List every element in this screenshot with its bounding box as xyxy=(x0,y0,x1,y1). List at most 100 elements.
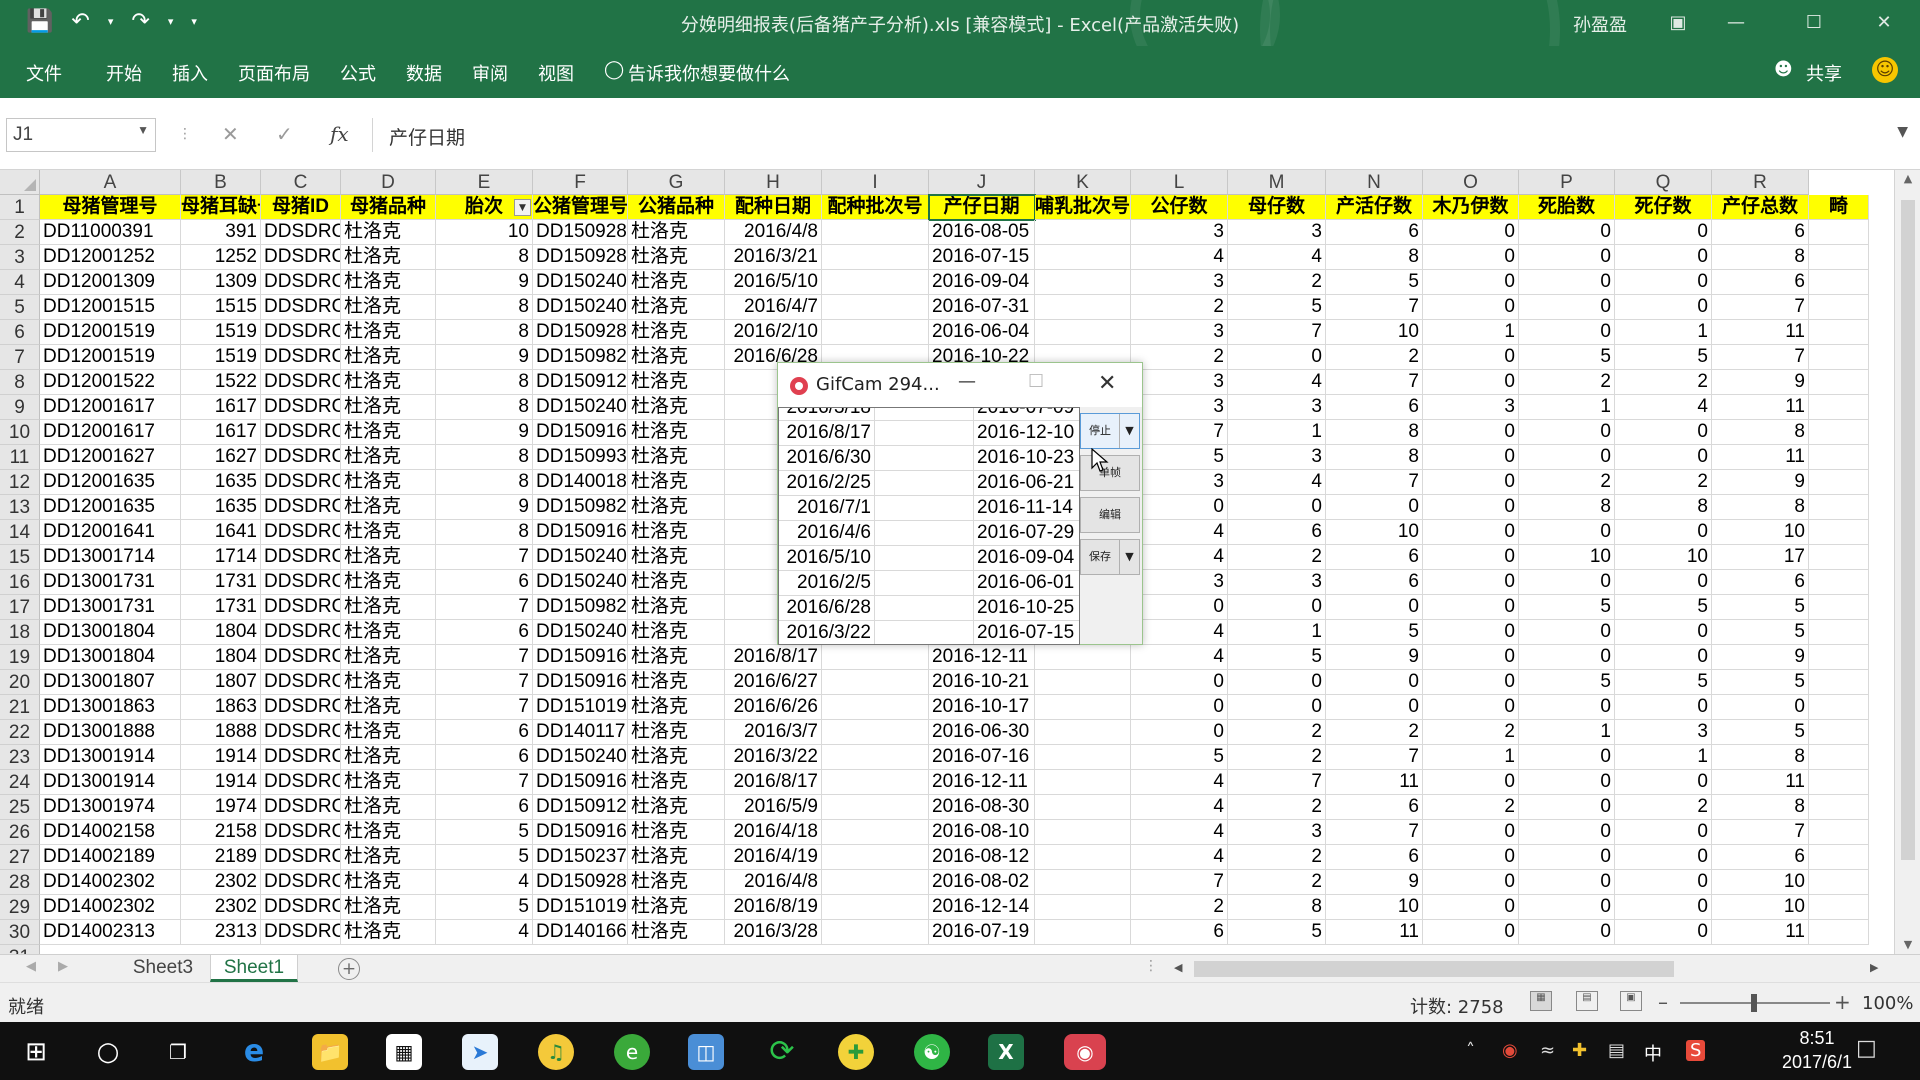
table-cell[interactable]: 7 xyxy=(1712,295,1809,320)
table-cell[interactable]: DDSDRC2 xyxy=(261,845,341,870)
column-header-l[interactable]: L xyxy=(1131,170,1228,195)
table-cell[interactable]: 0 xyxy=(1519,745,1615,770)
table-cell[interactable]: 0 xyxy=(1423,595,1519,620)
table-cell[interactable] xyxy=(822,795,929,820)
table-cell[interactable]: DD13001888 xyxy=(40,720,181,745)
notification-center-icon[interactable]: □ xyxy=(1856,1036,1877,1061)
table-cell[interactable]: 2 xyxy=(1228,795,1326,820)
table-cell[interactable]: DDSDRC2 xyxy=(261,395,341,420)
table-cell[interactable]: 10 xyxy=(1712,870,1809,895)
compress-tool-icon[interactable]: ◫ xyxy=(688,1034,724,1070)
header-cell[interactable]: 产仔总数 xyxy=(1712,195,1809,220)
store-icon[interactable]: ▦ xyxy=(386,1034,422,1070)
table-cell[interactable]: DDSDRC2 xyxy=(261,920,341,945)
table-cell[interactable]: 4 xyxy=(1131,245,1228,270)
table-cell[interactable] xyxy=(1809,695,1869,720)
table-cell[interactable]: DD14002302 xyxy=(40,870,181,895)
table-cell[interactable]: 0 xyxy=(1131,720,1228,745)
page-layout-view-icon[interactable]: ▤ xyxy=(1576,991,1598,1011)
page-break-view-icon[interactable]: ▣ xyxy=(1620,991,1642,1011)
table-cell[interactable]: 0 xyxy=(1519,445,1615,470)
table-cell[interactable]: 10 xyxy=(1326,520,1423,545)
table-cell[interactable]: 杜洛克 xyxy=(628,445,725,470)
user-name[interactable]: 孙盈盈 xyxy=(1573,11,1627,37)
table-cell[interactable]: 2 xyxy=(1615,470,1712,495)
table-cell[interactable]: 2016/2/10 xyxy=(725,320,822,345)
table-cell[interactable]: 1888 xyxy=(181,720,261,745)
table-cell[interactable]: 1 xyxy=(1519,395,1615,420)
column-header-o[interactable]: O xyxy=(1423,170,1519,195)
table-cell[interactable]: DDSDRC2 xyxy=(261,870,341,895)
table-cell[interactable]: 0 xyxy=(1423,495,1519,520)
table-cell[interactable]: 0 xyxy=(1131,495,1228,520)
table-cell[interactable]: DD150240 xyxy=(533,545,628,570)
table-cell[interactable]: 2016-12-14 xyxy=(929,895,1035,920)
table-cell[interactable] xyxy=(1809,770,1869,795)
table-cell[interactable]: DD13001731 xyxy=(40,570,181,595)
scroll-left-icon[interactable]: ◀ xyxy=(1174,961,1182,974)
table-cell[interactable]: 8 xyxy=(436,445,533,470)
table-cell[interactable]: 3 xyxy=(1131,370,1228,395)
minimize-icon[interactable]: — xyxy=(1714,6,1758,40)
table-cell[interactable]: 2016/4/19 xyxy=(725,845,822,870)
table-cell[interactable]: 0 xyxy=(1228,695,1326,720)
table-cell[interactable]: 1 xyxy=(1519,720,1615,745)
table-cell[interactable] xyxy=(822,720,929,745)
table-cell[interactable]: 8 xyxy=(436,245,533,270)
table-cell[interactable]: 3 xyxy=(1131,570,1228,595)
row-header[interactable]: 27 xyxy=(0,845,40,870)
table-cell[interactable]: 2158 xyxy=(181,820,261,845)
table-cell[interactable]: 杜洛克 xyxy=(341,495,436,520)
table-cell[interactable]: 1 xyxy=(1423,320,1519,345)
table-cell[interactable]: 杜洛克 xyxy=(628,420,725,445)
table-cell[interactable]: 杜洛克 xyxy=(341,695,436,720)
table-cell[interactable]: 杜洛克 xyxy=(341,370,436,395)
row-header[interactable]: 18 xyxy=(0,620,40,645)
zoom-slider-thumb[interactable] xyxy=(1751,994,1757,1012)
table-cell[interactable]: 杜洛克 xyxy=(628,595,725,620)
table-cell[interactable] xyxy=(822,670,929,695)
table-cell[interactable]: 0 xyxy=(1615,820,1712,845)
table-cell[interactable] xyxy=(1809,420,1869,445)
table-cell[interactable]: 3 xyxy=(1228,820,1326,845)
table-cell[interactable]: DDSDRC2 xyxy=(261,445,341,470)
table-cell[interactable]: DDSDRC2 xyxy=(261,745,341,770)
table-cell[interactable]: 3 xyxy=(1615,720,1712,745)
table-cell[interactable]: 3 xyxy=(1228,220,1326,245)
table-cell[interactable] xyxy=(1809,870,1869,895)
cancel-icon[interactable]: ✕ xyxy=(222,122,239,146)
table-cell[interactable]: 8 xyxy=(436,370,533,395)
table-cell[interactable]: 2016-06-30 xyxy=(929,720,1035,745)
stop-dropdown-icon[interactable]: ▼ xyxy=(1119,414,1139,448)
header-cell[interactable]: 哺乳批次号 xyxy=(1035,195,1131,220)
table-cell[interactable]: 0 xyxy=(1423,420,1519,445)
table-cell[interactable]: 0 xyxy=(1423,770,1519,795)
table-cell[interactable] xyxy=(822,270,929,295)
table-cell[interactable]: 杜洛克 xyxy=(341,295,436,320)
table-cell[interactable]: DDSDRC2 xyxy=(261,820,341,845)
table-cell[interactable]: DD13001914 xyxy=(40,745,181,770)
table-cell[interactable]: 4 xyxy=(1228,245,1326,270)
table-cell[interactable]: 9 xyxy=(1326,645,1423,670)
table-cell[interactable]: 1914 xyxy=(181,770,261,795)
table-cell[interactable]: 2016/4/7 xyxy=(725,295,822,320)
table-cell[interactable]: 2016/5/10 xyxy=(725,270,822,295)
table-cell[interactable]: 9 xyxy=(436,270,533,295)
table-cell[interactable]: DD12001617 xyxy=(40,420,181,445)
table-cell[interactable] xyxy=(822,695,929,720)
table-cell[interactable]: DD12001309 xyxy=(40,270,181,295)
table-cell[interactable]: DD150916 xyxy=(533,520,628,545)
table-cell[interactable] xyxy=(1035,845,1131,870)
table-cell[interactable] xyxy=(1809,620,1869,645)
table-cell[interactable]: 1 xyxy=(1228,620,1326,645)
table-cell[interactable]: 0 xyxy=(1326,670,1423,695)
edge-browser-icon[interactable]: e xyxy=(236,1034,272,1070)
table-cell[interactable]: 杜洛克 xyxy=(628,895,725,920)
table-cell[interactable] xyxy=(1809,595,1869,620)
table-cell[interactable] xyxy=(1809,845,1869,870)
table-cell[interactable]: 1309 xyxy=(181,270,261,295)
row-header[interactable]: 13 xyxy=(0,495,40,520)
column-header-n[interactable]: N xyxy=(1326,170,1423,195)
table-cell[interactable] xyxy=(822,245,929,270)
task-view-icon[interactable]: ❐ xyxy=(160,1034,196,1070)
